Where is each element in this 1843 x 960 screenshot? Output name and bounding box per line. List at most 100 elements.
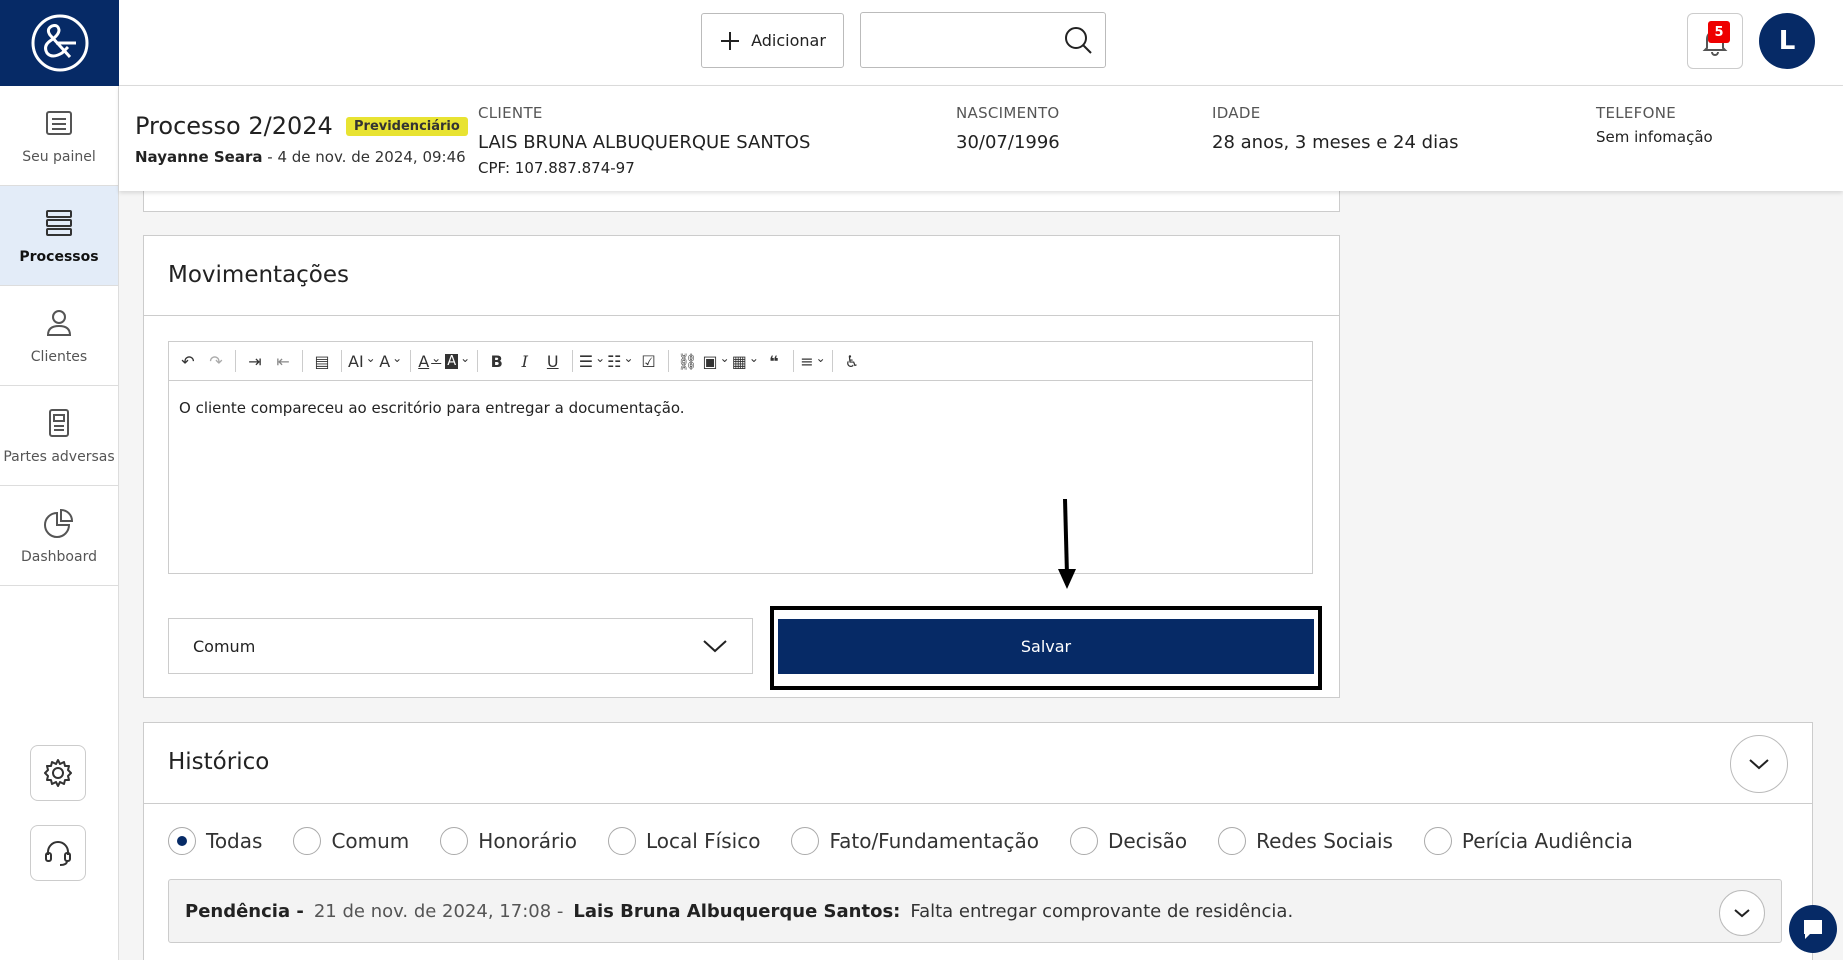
list-icon (46, 110, 72, 135)
history-entry[interactable]: Pendência - 21 de nov. de 2024, 17:08 - … (168, 879, 1782, 943)
bullet-list-icon[interactable]: ☰ (579, 347, 605, 375)
age-field: IDADE 28 anos, 3 meses e 24 dias (1212, 104, 1459, 153)
radio-icon[interactable] (293, 827, 322, 855)
background-color-icon[interactable]: A (445, 347, 471, 375)
add-button[interactable]: Adicionar (701, 13, 844, 68)
radio-icon[interactable] (1069, 827, 1098, 855)
indent-icon[interactable]: ⇥ (242, 347, 268, 375)
client-cpf: CPF: 107.887.874-97 (478, 159, 635, 177)
client-field: CLIENTE LAIS BRUNA ALBUQUERQUE SANTOS CP… (478, 104, 810, 177)
font-color-icon[interactable]: A (417, 347, 443, 375)
phone-value: Sem infomação (1596, 128, 1713, 146)
process-title: Processo 2/2024 (135, 112, 333, 140)
chevron-down-icon (1749, 759, 1769, 770)
chat-bubble-icon (1804, 920, 1822, 939)
process-meta: Nayanne Seara - 4 de nov. de 2024, 09:46 (135, 148, 466, 166)
sidebar-item-processos[interactable]: Processos (0, 186, 118, 286)
radio-icon[interactable] (607, 827, 636, 855)
radio-icon[interactable] (1423, 827, 1452, 855)
person-icon (46, 309, 72, 336)
align-icon[interactable]: ≡ (800, 347, 826, 375)
filter-label: Redes Sociais (1256, 829, 1393, 853)
sidebar-item-clientes[interactable]: Clientes (0, 286, 118, 386)
quote-icon[interactable]: ❝ (761, 347, 787, 375)
entry-expand-button[interactable] (1719, 890, 1765, 936)
movimentacoes-header: Movimentações (144, 236, 1339, 316)
filter-decisao[interactable]: Decisão (1069, 827, 1187, 855)
image-icon[interactable]: ▣ (703, 347, 730, 375)
entry-text: Falta entregar comprovante de residência… (910, 900, 1294, 922)
radio-icon[interactable] (168, 827, 196, 855)
entry-type: Pendência - (185, 900, 304, 922)
add-button-label: Adicionar (751, 31, 826, 50)
notification-badge: 5 (1708, 21, 1730, 43)
movement-type-value: Comum (193, 636, 256, 656)
avatar[interactable]: L (1759, 13, 1815, 69)
entry-date: 21 de nov. de 2024, 17:08 - (313, 900, 564, 922)
link-icon[interactable]: ⛓ (675, 347, 701, 375)
stack-icon (46, 209, 72, 236)
chat-button[interactable] (1789, 905, 1837, 953)
radio-icon[interactable] (1218, 827, 1247, 855)
age-label: IDADE (1212, 104, 1261, 122)
historico-card: Histórico Todas Comum Honorário Local Fí… (143, 722, 1813, 960)
search-input[interactable] (860, 12, 1106, 68)
select-all-icon[interactable]: ▤ (309, 347, 335, 375)
filter-pericia-audiencia[interactable]: Perícia Audiência (1423, 827, 1633, 855)
sidebar-item-dashboard[interactable]: Dashboard (0, 486, 118, 586)
ampersand-logo-icon (31, 14, 88, 72)
radio-icon[interactable] (791, 827, 820, 855)
outdent-icon[interactable]: ⇤ (270, 347, 296, 375)
collapse-button[interactable] (1730, 735, 1788, 793)
filter-local-fisico[interactable]: Local Físico (607, 827, 761, 855)
phone-label: TELEFONE (1596, 104, 1677, 122)
editor-toolbar: ↶ ↷ ⇥ ⇤ ▤ AI A A A B I U ☰ ☷ ☑ ⛓ ▣ ▦ ❝ (169, 342, 1312, 381)
filter-label: Local Físico (645, 829, 761, 853)
filter-fato-fundamentacao[interactable]: Fato/Fundamentação (791, 827, 1039, 855)
birth-value: 30/07/1996 (956, 132, 1060, 153)
phone-field: TELEFONE Sem infomação (1596, 104, 1713, 146)
radio-icon[interactable] (440, 827, 469, 855)
movimentacoes-card: Movimentações ↶ ↷ ⇥ ⇤ ▤ AI A A A B I U ☰… (143, 235, 1340, 698)
italic-icon[interactable]: I (512, 347, 538, 375)
historico-title: Histórico (168, 749, 270, 775)
app-logo[interactable] (0, 0, 119, 86)
filter-redes-sociais[interactable]: Redes Sociais (1218, 827, 1393, 855)
editor-content[interactable]: O cliente compareceu ao escritório para … (169, 381, 1312, 435)
rich-text-editor[interactable]: ↶ ↷ ⇥ ⇤ ▤ AI A A A B I U ☰ ☷ ☑ ⛓ ▣ ▦ ❝ (168, 341, 1313, 574)
sidebar-item-label: Dashboard (21, 548, 97, 565)
movement-type-select[interactable]: Comum (168, 618, 753, 674)
font-family-icon[interactable]: A (378, 347, 404, 375)
filter-honorario[interactable]: Honorário (440, 827, 577, 855)
save-button[interactable]: Salvar (778, 619, 1314, 674)
process-author: Nayanne Seara (135, 148, 263, 166)
gear-icon (44, 759, 72, 787)
headset-icon (45, 841, 71, 866)
underline-icon[interactable]: U (540, 347, 566, 375)
notifications-button[interactable]: 5 (1687, 13, 1743, 69)
undo-icon[interactable]: ↶ (175, 347, 201, 375)
sidebar-item-label: Seu painel (22, 148, 96, 165)
filter-label: Honorário (478, 829, 577, 853)
sidebar-item-label: Partes adversas (3, 448, 115, 465)
search-icon[interactable] (1063, 25, 1093, 59)
numbered-list-icon[interactable]: ☷ (607, 347, 633, 375)
plus-icon (721, 31, 740, 50)
accessibility-icon[interactable]: ♿ (839, 347, 865, 375)
bold-icon[interactable]: B (484, 347, 510, 375)
sidebar-item-partes-adversas[interactable]: Partes adversas (0, 386, 118, 486)
table-icon[interactable]: ▦ (732, 347, 759, 375)
settings-button[interactable] (30, 745, 86, 801)
filter-todas[interactable]: Todas (168, 827, 262, 855)
process-date: - 4 de nov. de 2024, 09:46 (262, 148, 466, 166)
todo-list-icon[interactable]: ☑ (636, 347, 662, 375)
document-icon (49, 408, 69, 437)
movimentacoes-title: Movimentações (168, 262, 350, 288)
sidebar-item-seu-painel[interactable]: Seu painel (0, 86, 118, 186)
support-button[interactable] (30, 825, 86, 881)
entry-author: Lais Bruna Albuquerque Santos: (573, 900, 901, 922)
filter-comum[interactable]: Comum (293, 827, 409, 855)
redo-icon[interactable]: ↷ (203, 347, 229, 375)
filter-label: Comum (331, 829, 410, 853)
font-size-icon[interactable]: AI (348, 347, 376, 375)
